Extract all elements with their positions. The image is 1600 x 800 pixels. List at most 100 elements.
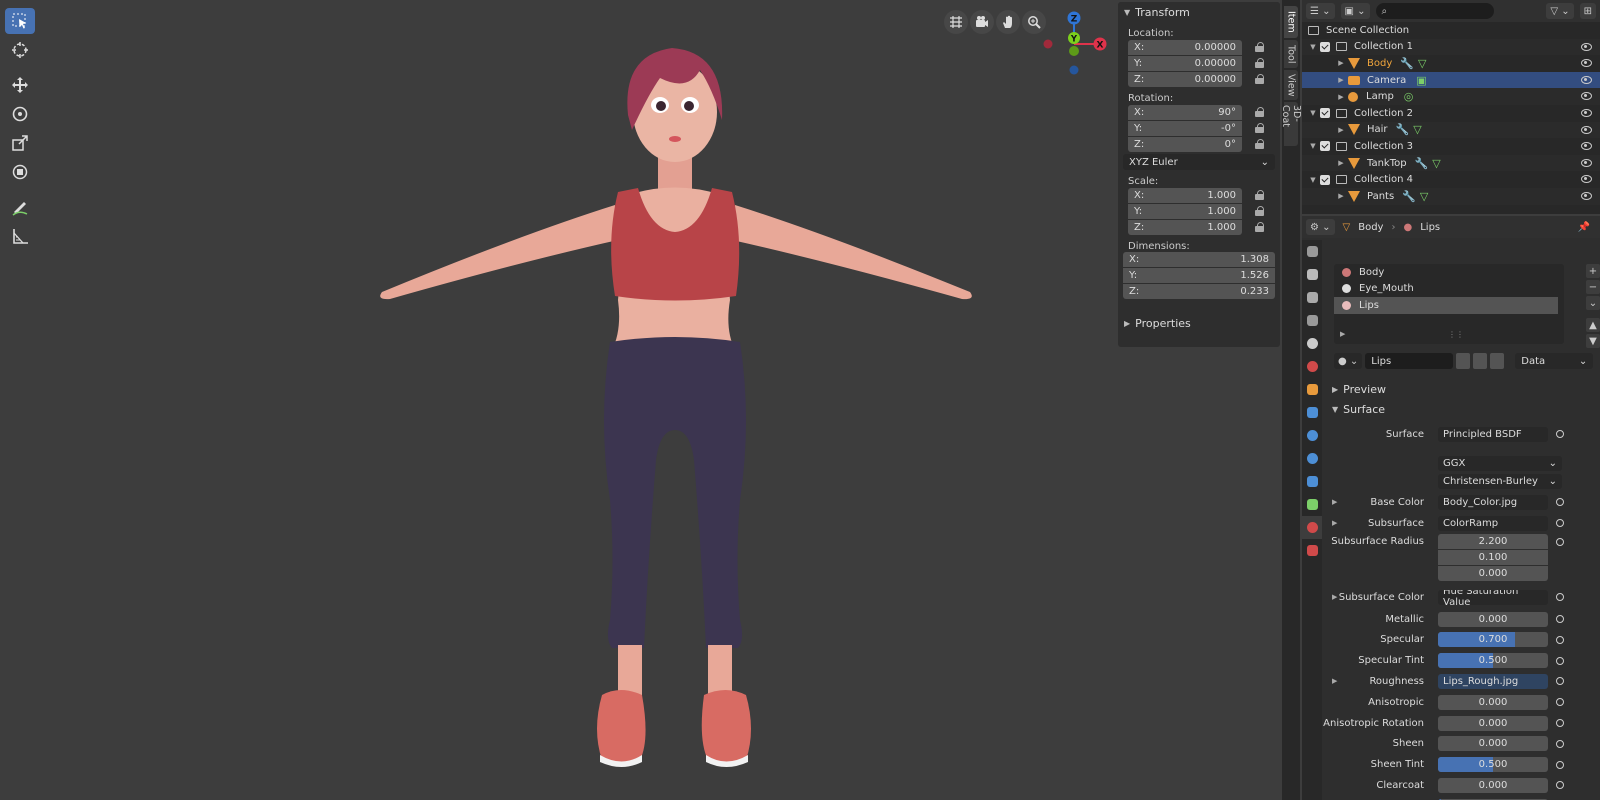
material-slot-body[interactable]: Body [1334, 264, 1564, 281]
list-item[interactable]: ▶ TankTop 🔧 ▽ [1302, 154, 1600, 172]
expand-icon[interactable]: ▶ [1332, 677, 1337, 685]
outliner-search-input[interactable]: ⌕ [1375, 3, 1494, 19]
keyframe-dot-icon[interactable] [1556, 719, 1564, 727]
location-y-field[interactable]: Y: 0.00000 [1128, 55, 1242, 71]
keyframe-dot-icon[interactable] [1556, 430, 1564, 438]
lock-icon[interactable] [1254, 42, 1266, 52]
new-collection-icon[interactable]: ⊞ [1579, 3, 1596, 19]
add-slot-button[interactable]: + [1586, 264, 1600, 278]
editor-type-button[interactable]: ⚙ ⌄ [1306, 219, 1335, 235]
specular-slider[interactable]: 0.700 [1438, 632, 1548, 648]
expand-icon[interactable]: ▶ [1336, 93, 1346, 101]
subsurface-method-select[interactable]: Christensen-Burley ⌄ [1438, 473, 1562, 489]
list-item[interactable]: ▶ Lamp ◎ [1302, 88, 1600, 105]
eye-icon[interactable] [1581, 191, 1592, 200]
eye-icon[interactable] [1581, 108, 1592, 117]
lock-icon[interactable] [1254, 58, 1266, 68]
list-item[interactable]: ▶ Camera ▣ [1302, 71, 1600, 89]
material-slot-eye-mouth[interactable]: Eye_Mouth [1334, 281, 1564, 298]
material-slot-lips[interactable]: Lips [1334, 297, 1558, 314]
rotation-y-field[interactable]: Y: -0° [1128, 120, 1242, 136]
object-properties-tab[interactable] [1302, 378, 1322, 401]
measure-tool[interactable] [5, 223, 35, 249]
orientation-gizmo[interactable]: Z X Y [1030, 10, 1110, 80]
expand-icon[interactable]: ▶ [1336, 192, 1346, 200]
material-name-field[interactable]: Lips [1365, 353, 1454, 369]
keyframe-dot-icon[interactable] [1556, 538, 1564, 546]
rotation-z-field[interactable]: Z: 0° [1128, 136, 1242, 152]
cursor-tool[interactable] [5, 37, 35, 63]
dimension-y-field[interactable]: Y: 1.526 [1123, 268, 1275, 283]
expand-icon[interactable]: ▶ [1332, 498, 1337, 506]
list-item[interactable]: ▶ Body 🔧 ▽ [1302, 55, 1600, 72]
expand-icon[interactable]: ▶ [1332, 519, 1337, 527]
constraint-properties-tab[interactable] [1302, 470, 1322, 493]
annotate-tool[interactable] [5, 194, 35, 220]
scale-y-field[interactable]: Y: 1.000 [1128, 203, 1242, 219]
keyframe-dot-icon[interactable] [1556, 760, 1564, 769]
surface-shader-field[interactable]: Principled BSDF [1438, 426, 1548, 442]
expand-icon[interactable]: ▼ [1308, 142, 1318, 150]
expand-icon[interactable]: ▶ [1336, 126, 1346, 134]
keyframe-dot-icon[interactable] [1556, 656, 1564, 665]
eye-icon[interactable] [1581, 42, 1592, 51]
texture-properties-tab[interactable] [1302, 539, 1322, 562]
metallic-slider[interactable]: 0.000 [1438, 611, 1548, 627]
subsurface-field[interactable]: ColorRamp [1438, 515, 1548, 531]
keyframe-dot-icon[interactable] [1556, 698, 1564, 707]
transform-panel-header[interactable]: ▼ Transform [1118, 2, 1280, 22]
scene-properties-tab[interactable] [1302, 332, 1322, 355]
eye-icon[interactable] [1581, 158, 1592, 167]
eye-icon[interactable] [1581, 92, 1592, 101]
expand-icon[interactable]: ▶ [1336, 76, 1346, 84]
clearcoat-slider[interactable]: 0.000 [1438, 777, 1548, 793]
move-slot-up-button[interactable]: ▲ [1586, 318, 1600, 332]
eye-icon[interactable] [1581, 125, 1592, 134]
fake-user-icon[interactable] [1456, 353, 1471, 369]
material-properties-tab[interactable] [1302, 516, 1322, 539]
expand-icon[interactable]: ▼ [1308, 43, 1318, 51]
eye-icon[interactable] [1581, 59, 1592, 68]
subsurface-radius-y[interactable]: 0.100 [1438, 550, 1548, 565]
data-properties-tab[interactable] [1302, 493, 1322, 516]
select-box-tool[interactable] [5, 8, 35, 34]
rotation-x-field[interactable]: X: 90° [1128, 104, 1242, 120]
keyframe-dot-icon[interactable] [1556, 615, 1564, 623]
lock-icon[interactable] [1254, 74, 1266, 84]
roughness-field[interactable]: Lips_Rough.jpg [1438, 673, 1548, 689]
dimension-x-field[interactable]: X: 1.308 [1123, 252, 1275, 267]
remove-slot-button[interactable]: − [1586, 280, 1600, 294]
subsurface-radius-z[interactable]: 0.000 [1438, 566, 1548, 581]
display-mode-button[interactable]: ☰ ⌄ [1306, 3, 1335, 19]
scale-z-field[interactable]: Z: 1.000 [1128, 219, 1242, 235]
render-properties-tab[interactable] [1302, 263, 1322, 286]
specular-tint-slider[interactable]: 0.500 [1438, 653, 1548, 669]
lock-icon[interactable] [1254, 139, 1266, 149]
list-item[interactable]: ▶ Pants 🔧 ▽ [1302, 187, 1600, 205]
eye-icon[interactable] [1581, 75, 1592, 84]
physics-properties-tab[interactable] [1302, 447, 1322, 470]
particles-properties-tab[interactable] [1302, 424, 1322, 447]
list-item[interactable]: ▼ Collection 4 [1302, 171, 1600, 188]
output-properties-tab[interactable] [1302, 286, 1322, 309]
tab-tool[interactable]: Tool [1284, 40, 1298, 68]
lock-icon[interactable] [1254, 190, 1266, 200]
expand-icon[interactable]: ▶ [1332, 593, 1337, 601]
checkbox-icon[interactable] [1320, 41, 1330, 52]
keyframe-dot-icon[interactable] [1556, 593, 1564, 601]
tab-3d-coat[interactable]: 3D-Coat [1280, 102, 1302, 146]
anisotropic-slider[interactable]: 0.000 [1438, 694, 1548, 710]
eye-icon[interactable] [1581, 142, 1592, 151]
list-item[interactable]: ▼ Collection 1 [1302, 38, 1600, 56]
lock-icon[interactable] [1254, 107, 1266, 117]
modifier-properties-tab[interactable] [1302, 401, 1322, 424]
duplicate-icon[interactable] [1473, 353, 1488, 369]
scale-x-field[interactable]: X: 1.000 [1128, 187, 1242, 203]
base-color-field[interactable]: Body_Color.jpg [1438, 494, 1548, 510]
location-x-field[interactable]: X: 0.00000 [1128, 39, 1242, 55]
transform-tool[interactable] [5, 159, 35, 185]
pin-icon[interactable]: 📌 [1578, 222, 1590, 233]
unlink-icon[interactable] [1490, 353, 1505, 369]
rotate-tool[interactable] [5, 101, 35, 127]
subsurface-color-field[interactable]: Hue Saturation Value [1438, 589, 1548, 605]
